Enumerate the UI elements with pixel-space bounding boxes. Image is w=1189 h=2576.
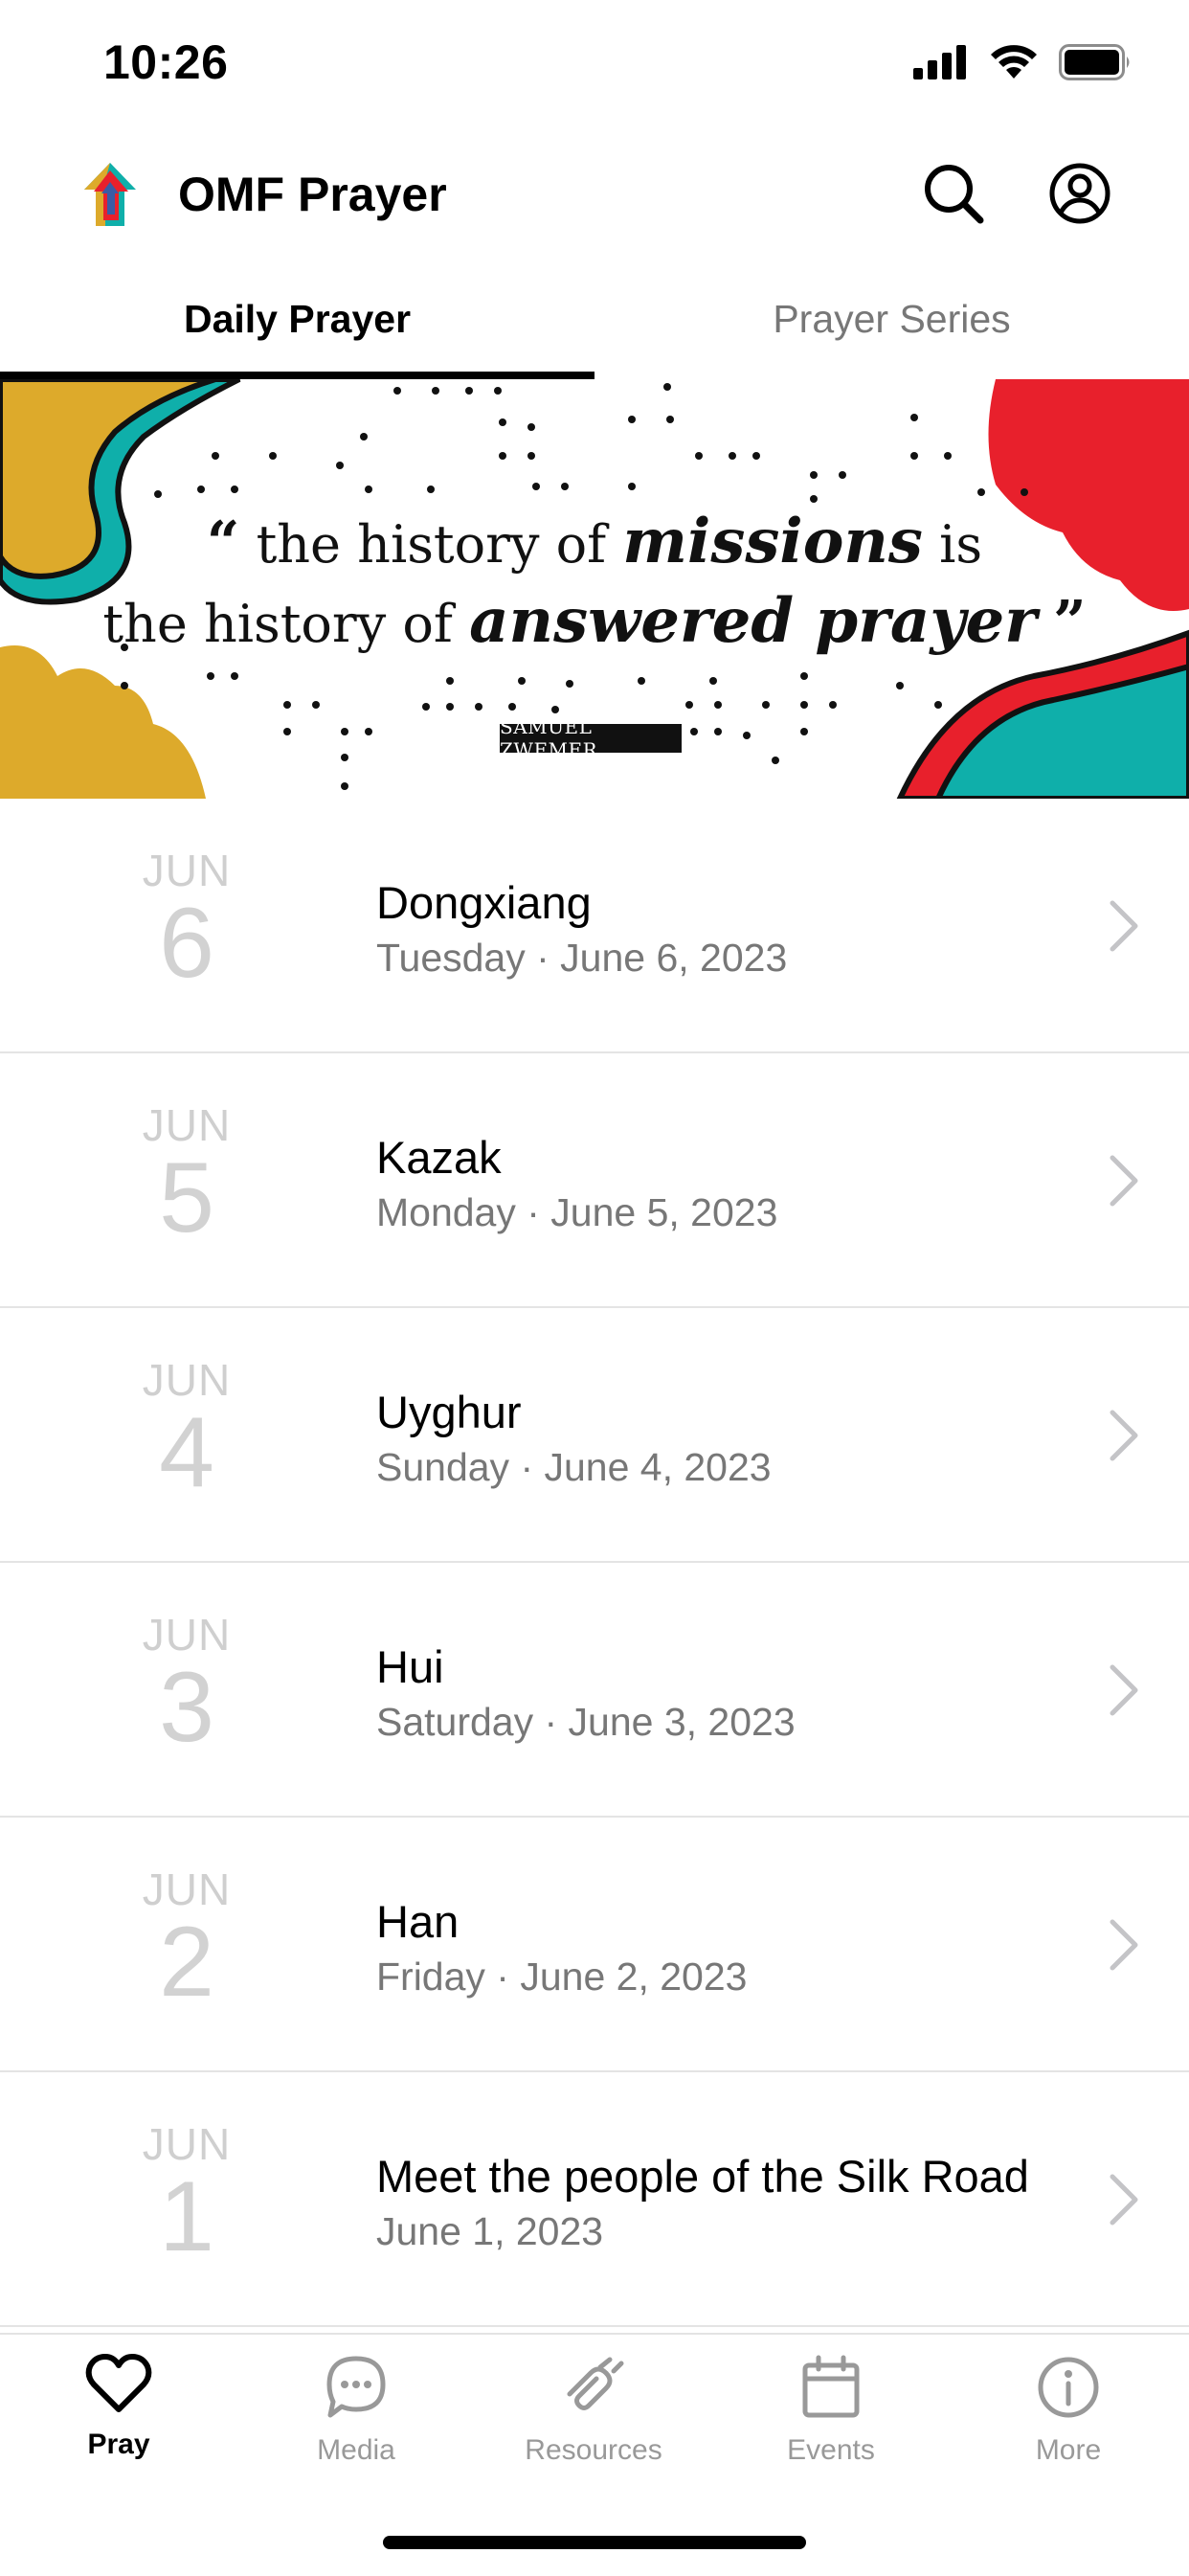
chevron-right-icon [1110, 1664, 1138, 1716]
prayer-subtitle: Tuesday · June 6, 2023 [376, 936, 788, 980]
date-badge: JUN 5 [115, 1101, 258, 1251]
home-indicator[interactable] [383, 2536, 806, 2549]
row-text: Hui Saturday · June 3, 2023 [376, 1639, 796, 1749]
prayer-row-jun-2[interactable]: JUN 2 Han Friday · June 2, 2023 [0, 1818, 1189, 2072]
app-title: OMF Prayer [178, 168, 447, 221]
battery-icon [1059, 44, 1130, 80]
top-tabs: Daily Prayer Prayer Series [0, 259, 1189, 379]
search-button[interactable] [915, 155, 992, 232]
banner-quote-line-2: the history of answered prayer ” [0, 583, 1189, 663]
prayer-title: Uyghur [376, 1387, 522, 1437]
quote-banner[interactable]: “ the history of missions is the history… [0, 379, 1189, 799]
chevron-right-icon [1110, 2174, 1138, 2226]
prayer-title: Han [376, 1896, 460, 1947]
prayer-subtitle: Saturday · June 3, 2023 [376, 1700, 796, 1744]
date-day: 3 [159, 1652, 214, 1763]
account-icon [1049, 163, 1110, 224]
date-day: 1 [159, 2161, 214, 2272]
date-day: 5 [159, 1142, 214, 1254]
date-badge: JUN 3 [115, 1611, 258, 1760]
tab-media[interactable]: Media [237, 2354, 475, 2497]
chevron-right-icon [1110, 900, 1138, 952]
banner-author: SAMUEL ZWEMER [500, 715, 682, 761]
status-time: 10:26 [103, 35, 229, 89]
prayer-row-jun-4[interactable]: JUN 4 Uyghur Sunday · June 4, 2023 [0, 1308, 1189, 1563]
banner-line-2-bold: answered prayer [469, 585, 1037, 657]
cellular-signal-icon [913, 45, 966, 79]
info-icon [1038, 2357, 1099, 2418]
prayer-subtitle: Monday · June 5, 2023 [376, 1190, 778, 1234]
resources-icon [567, 2357, 624, 2410]
banner-line-1-bold: missions [622, 506, 923, 577]
banner-quote: “ the history of missions is the history… [0, 504, 1189, 663]
chat-bubble-icon [326, 2356, 386, 2418]
app-header: OMF Prayer [0, 134, 1189, 249]
omf-logo-icon [84, 163, 136, 226]
prayer-subtitle: June 1, 2023 [376, 2209, 604, 2253]
account-button[interactable] [1042, 155, 1118, 232]
prayer-row-jun-5[interactable]: JUN 5 Kazak Monday · June 5, 2023 [0, 1053, 1189, 1308]
prayer-subtitle: Friday · June 2, 2023 [376, 1955, 748, 1999]
row-text: Han Friday · June 2, 2023 [376, 1894, 747, 2003]
prayer-title: Dongxiang [376, 877, 592, 928]
date-day: 2 [159, 1907, 214, 2018]
date-day: 6 [159, 888, 214, 999]
status-icons [913, 44, 1132, 80]
prayer-row-jun-6[interactable]: JUN 6 Dongxiang Tuesday · June 6, 2023 [0, 799, 1189, 1053]
prayer-row-jun-1[interactable]: JUN 1 Meet the people of the Silk Road J… [0, 2072, 1189, 2327]
date-day: 4 [159, 1397, 214, 1508]
tab-events[interactable]: Events [712, 2354, 950, 2497]
chevron-right-icon [1110, 1919, 1138, 1971]
row-text: Dongxiang Tuesday · June 6, 2023 [376, 875, 787, 984]
active-tab-indicator [0, 372, 594, 379]
tab-label: Events [787, 2434, 875, 2466]
banner-line-1-pre: the history of [256, 514, 623, 575]
tab-label: Resources [525, 2434, 662, 2466]
date-badge: JUN 4 [115, 1356, 258, 1505]
row-text: Kazak Monday · June 5, 2023 [376, 1130, 777, 1239]
status-bar: 10:26 [0, 0, 1189, 134]
row-text: Meet the people of the Silk Road June 1,… [376, 2149, 1029, 2258]
row-text: Uyghur Sunday · June 4, 2023 [376, 1385, 772, 1494]
prayer-list: JUN 6 Dongxiang Tuesday · June 6, 2023 J… [0, 799, 1189, 2327]
tab-pray[interactable]: Pray [0, 2354, 237, 2497]
date-badge: JUN 2 [115, 1865, 258, 2015]
tab-label: Media [317, 2434, 395, 2466]
chevron-right-icon [1110, 1410, 1138, 1461]
tab-prayer-series[interactable]: Prayer Series [594, 259, 1189, 379]
heart-icon [85, 2354, 152, 2412]
prayer-row-jun-3[interactable]: JUN 3 Hui Saturday · June 3, 2023 [0, 1563, 1189, 1818]
tab-label: Pray [87, 2429, 150, 2460]
prayer-subtitle: Sunday · June 4, 2023 [376, 1445, 772, 1489]
banner-quote-line-1: “ the history of missions is [0, 504, 1189, 583]
prayer-title: Meet the people of the Silk Road [376, 2151, 1029, 2202]
close-quote-mark: ” [1053, 589, 1087, 656]
tab-more[interactable]: More [950, 2354, 1187, 2497]
prayer-title: Kazak [376, 1132, 502, 1183]
wifi-icon [991, 45, 1037, 79]
tab-label: More [1035, 2434, 1102, 2466]
open-quote-mark: “ [206, 509, 240, 576]
date-badge: JUN 6 [115, 847, 258, 996]
banner-line-2-pre: the history of [102, 594, 470, 654]
tab-resources[interactable]: Resources [475, 2354, 712, 2497]
banner-line-1-post: is [922, 514, 983, 575]
calendar-icon [802, 2355, 860, 2418]
prayer-title: Hui [376, 1641, 444, 1692]
tab-daily-prayer[interactable]: Daily Prayer [0, 259, 594, 379]
chevron-right-icon [1110, 1155, 1138, 1207]
search-icon [925, 165, 984, 224]
date-badge: JUN 1 [115, 2120, 258, 2270]
